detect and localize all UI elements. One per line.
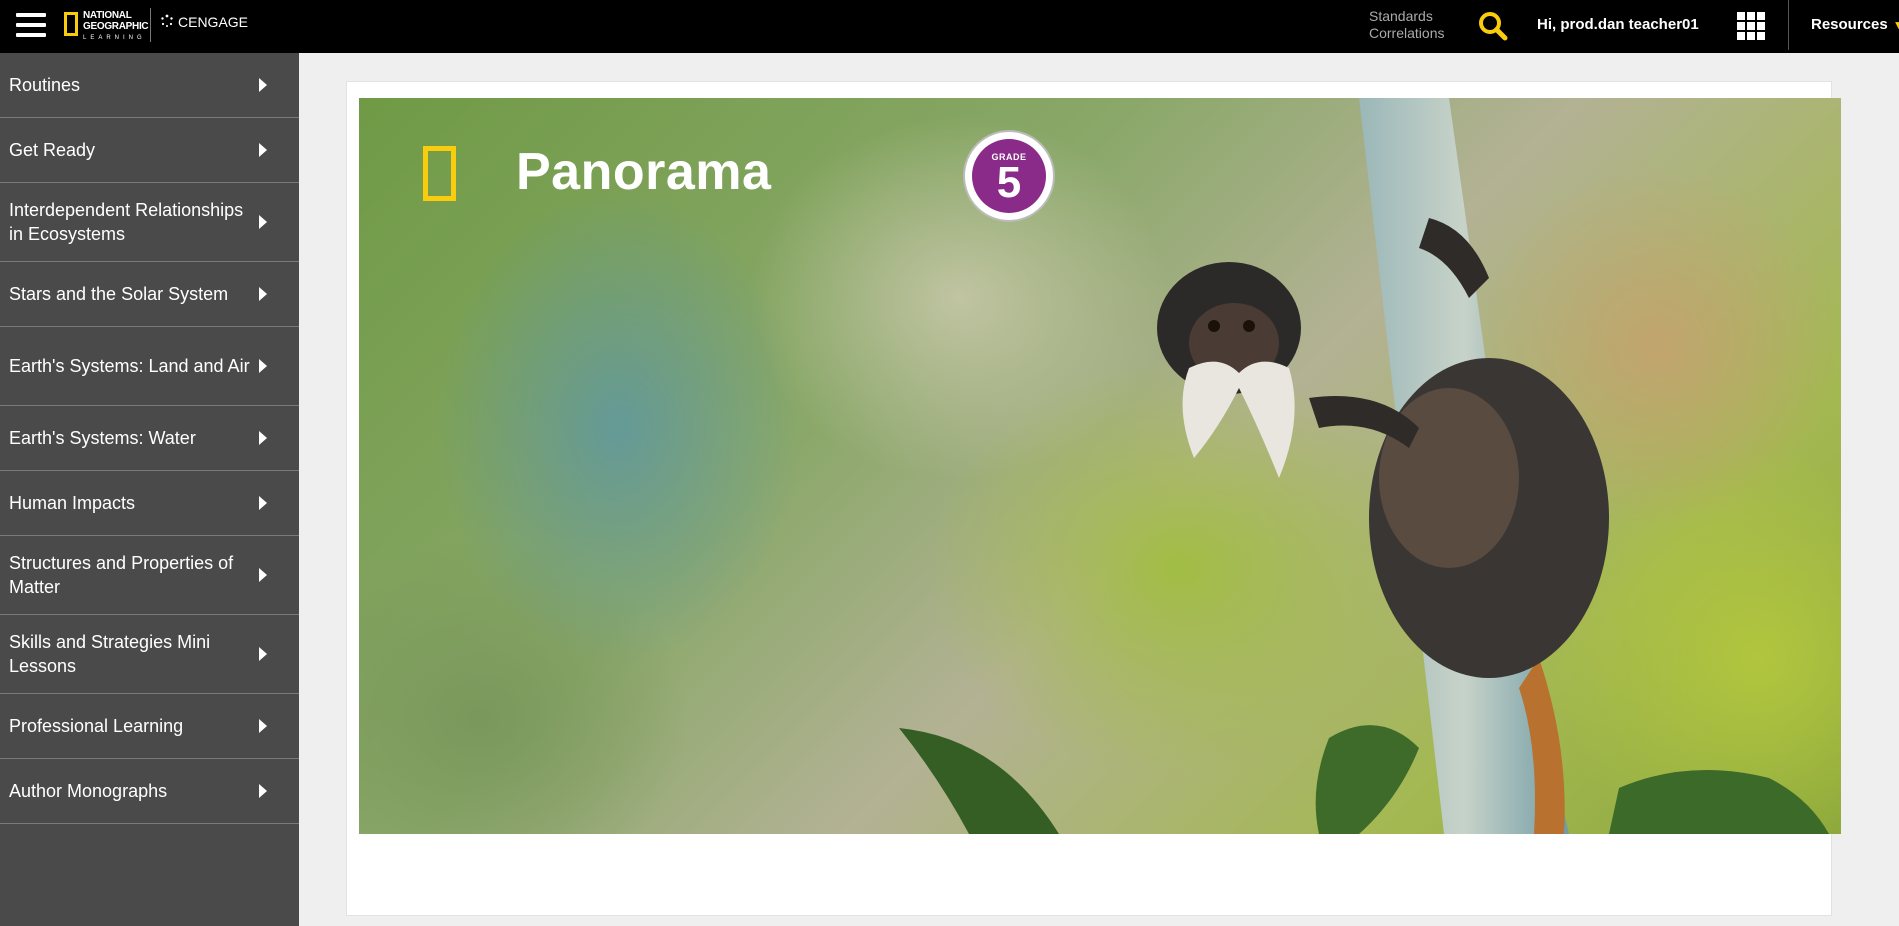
caret-right-icon bbox=[259, 143, 267, 157]
cengage-logo: CENGAGE bbox=[160, 14, 248, 30]
sidebar-item-routines[interactable]: Routines bbox=[0, 53, 299, 118]
sidebar-item-label: Interdependent Relationships in Ecosyste… bbox=[9, 200, 244, 244]
sidebar-item-earth-land-air[interactable]: Earth's Systems: Land and Air bbox=[0, 327, 299, 406]
hamburger-menu-icon[interactable] bbox=[16, 13, 46, 38]
search-icon[interactable] bbox=[1477, 10, 1509, 42]
caret-right-icon bbox=[259, 215, 267, 229]
standards-label-line2: Correlations bbox=[1369, 25, 1445, 41]
sidebar-item-label: Routines bbox=[9, 75, 81, 95]
sidebar-nav: Routines Get Ready Interdependent Relati… bbox=[0, 53, 299, 926]
sidebar-item-label: Get Ready bbox=[9, 140, 96, 160]
logo-line-3: LEARNING bbox=[83, 35, 146, 41]
sidebar-item-author-monographs[interactable]: Author Monographs bbox=[0, 759, 299, 824]
sidebar-item-label: Human Impacts bbox=[9, 493, 136, 513]
standards-correlations-link[interactable]: Standards Correlations bbox=[1369, 8, 1444, 42]
sidebar-item-human-impacts[interactable]: Human Impacts bbox=[0, 471, 299, 536]
caret-right-icon bbox=[259, 359, 267, 373]
caret-right-icon bbox=[259, 431, 267, 445]
cengage-label: CENGAGE bbox=[178, 14, 249, 30]
caret-right-icon bbox=[259, 719, 267, 733]
sidebar-item-label: Structures and Properties of Matter bbox=[9, 553, 234, 597]
sidebar-item-interdependent-relationships[interactable]: Interdependent Relationships in Ecosyste… bbox=[0, 183, 299, 262]
logo-line-2: GEOGRAPHIC bbox=[83, 21, 149, 32]
main-content-card: Panorama GRADE 5 bbox=[346, 81, 1841, 916]
caret-right-icon bbox=[259, 784, 267, 798]
program-title: Panorama bbox=[516, 143, 772, 201]
sidebar-item-stars-solar-system[interactable]: Stars and the Solar System bbox=[0, 262, 299, 327]
resources-label: Resources bbox=[1811, 16, 1888, 33]
top-nav-bar: NATIONAL GEOGRAPHIC LEARNING CENGAGE Sta… bbox=[0, 0, 1899, 53]
grade-number: 5 bbox=[996, 158, 1022, 207]
caret-right-icon bbox=[259, 647, 267, 661]
sidebar-item-label: Skills and Strategies Mini Lessons bbox=[9, 632, 211, 676]
grade-badge: GRADE 5 bbox=[963, 130, 1055, 222]
tamarin-monkey-photo bbox=[899, 98, 1829, 834]
user-greeting[interactable]: Hi, prod.dan teacher01 bbox=[1537, 16, 1699, 33]
sidebar-item-label: Author Monographs bbox=[9, 781, 168, 801]
chevron-down-icon: ▼ bbox=[1892, 18, 1899, 32]
cengage-burst-icon bbox=[161, 14, 173, 27]
caret-right-icon bbox=[259, 496, 267, 510]
apps-grid-icon[interactable] bbox=[1737, 12, 1765, 40]
resources-menu-button[interactable]: Resources ▼ bbox=[1811, 16, 1899, 33]
standards-label-line1: Standards bbox=[1369, 8, 1433, 24]
sidebar-item-skills-strategies[interactable]: Skills and Strategies Mini Lessons bbox=[0, 615, 299, 694]
caret-right-icon bbox=[259, 287, 267, 301]
ng-yellow-border-icon bbox=[64, 12, 78, 36]
sidebar-item-label: Stars and the Solar System bbox=[9, 284, 229, 304]
logo-line-1: NATIONAL bbox=[83, 10, 132, 21]
caret-right-icon bbox=[259, 568, 267, 582]
header-divider bbox=[1788, 0, 1789, 50]
sidebar-item-get-ready[interactable]: Get Ready bbox=[0, 118, 299, 183]
sidebar-item-label: Earth's Systems: Water bbox=[9, 428, 196, 448]
sidebar-item-earth-water[interactable]: Earth's Systems: Water bbox=[0, 406, 299, 471]
sidebar-item-professional-learning[interactable]: Professional Learning bbox=[0, 694, 299, 759]
logo-divider bbox=[150, 8, 151, 42]
caret-right-icon bbox=[259, 78, 267, 92]
sidebar-item-structures-matter[interactable]: Structures and Properties of Matter bbox=[0, 536, 299, 615]
ng-yellow-border-icon bbox=[423, 146, 456, 201]
hero-banner: Panorama GRADE 5 bbox=[359, 98, 1841, 834]
sidebar-item-label: Professional Learning bbox=[9, 716, 184, 736]
sidebar-item-label: Earth's Systems: Land and Air bbox=[9, 356, 250, 376]
